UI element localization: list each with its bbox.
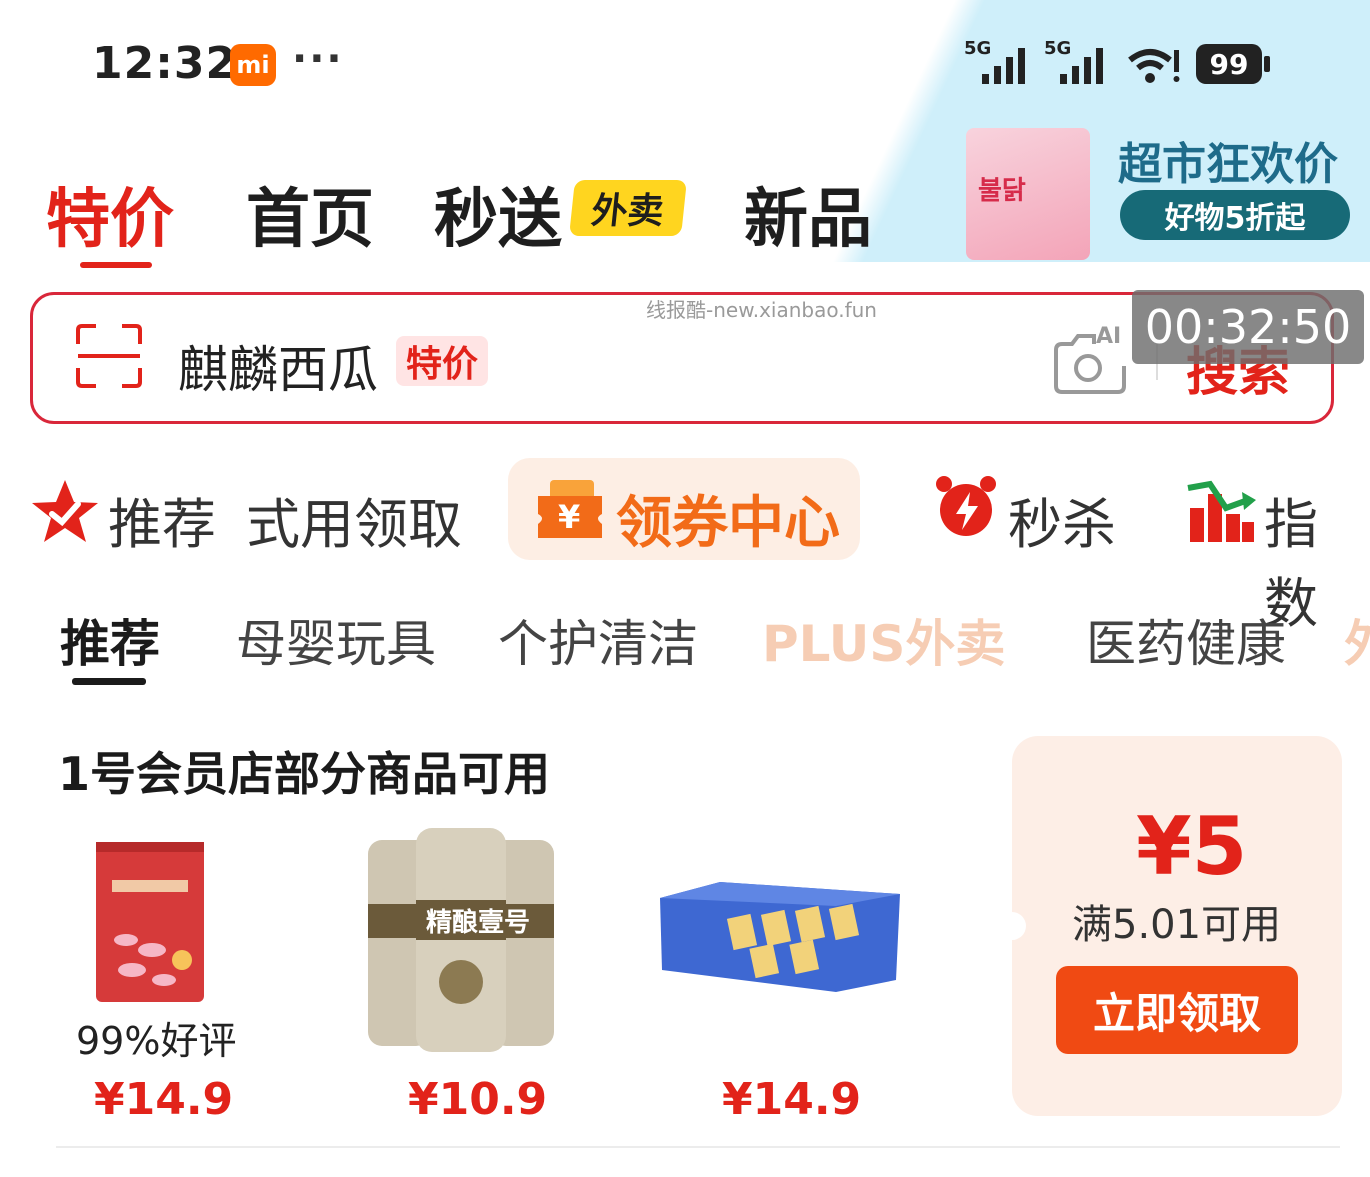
coupon-card-notch: [998, 912, 1026, 940]
product-price: ¥14.9: [722, 1074, 862, 1125]
tab-special-price[interactable]: 特价: [46, 168, 174, 260]
category-tab-medicine[interactable]: 医药健康: [1086, 604, 1286, 676]
coupon-symbol: ¥: [558, 498, 581, 536]
coupon-center-label: 领券中心: [616, 491, 840, 556]
promo-product-label: 불닭: [978, 176, 1026, 206]
category-tab-plus-takeout[interactable]: PLUS外卖: [762, 604, 1005, 676]
category-tab-recommend[interactable]: 推荐: [60, 604, 160, 676]
category-active-underline: [72, 678, 146, 685]
coupon-amount: ¥5: [1136, 800, 1248, 893]
signal-bars-icon-2: [1060, 48, 1103, 84]
signal-bars-icon: [982, 48, 1025, 84]
divider: [56, 1146, 1340, 1148]
wifi-icon: [1128, 49, 1180, 83]
category-tab-more[interactable]: 外: [1344, 604, 1370, 676]
quick-nav-trial[interactable]: 式用领取: [246, 480, 462, 559]
coupon-condition: 满5.01可用: [1072, 902, 1282, 948]
active-tab-underline: [80, 262, 152, 268]
product-image-biscuit[interactable]: [660, 880, 900, 992]
quick-nav-flash-sale[interactable]: 秒杀: [1008, 480, 1116, 559]
section-title: 1号会员店部分商品可用: [58, 747, 551, 801]
tab-new-products[interactable]: 新品: [744, 168, 872, 260]
battery-indicator: 99: [1196, 44, 1262, 84]
promo-title[interactable]: 超市狂欢价: [1118, 128, 1338, 192]
claim-coupon-button[interactable]: 立即领取: [1056, 966, 1298, 1054]
tab-home[interactable]: 首页: [246, 168, 374, 260]
alarm-clock-icon[interactable]: [932, 474, 1000, 540]
quick-nav-recommend[interactable]: 推荐: [108, 480, 216, 559]
category-tab-personal-care[interactable]: 个护清洁: [498, 604, 698, 676]
mi-app-icon: mi: [230, 44, 276, 86]
timer-overlay: 00:32:50: [1132, 290, 1364, 364]
takeout-badge: 外卖: [569, 180, 687, 236]
battery-tip: [1264, 56, 1270, 72]
search-input[interactable]: 麒麟西瓜: [178, 330, 378, 402]
product-can-label: 精酿壹号: [426, 908, 531, 938]
ai-label: AI: [1096, 324, 1122, 349]
search-price-tag: 特价: [396, 336, 488, 386]
category-tab-baby-toys[interactable]: 母婴玩具: [236, 604, 436, 676]
recommend-star-icon[interactable]: [30, 478, 100, 544]
more-notifications-icon: ···: [292, 36, 344, 82]
tab-instant-delivery[interactable]: 秒送: [434, 168, 562, 260]
status-time: 12:32: [92, 38, 238, 89]
index-chart-icon[interactable]: [1186, 478, 1258, 544]
product-rating: 99%好评: [76, 1019, 237, 1063]
promo-pill-button[interactable]: 好物5折起: [1120, 190, 1350, 240]
scan-icon[interactable]: [74, 322, 144, 390]
product-price: ¥10.9: [408, 1074, 548, 1125]
product-image-sausage[interactable]: [92, 840, 208, 1006]
watermark-text: 线报酷-new.xianbao.fun: [646, 298, 877, 322]
product-price: ¥14.9: [94, 1074, 234, 1125]
